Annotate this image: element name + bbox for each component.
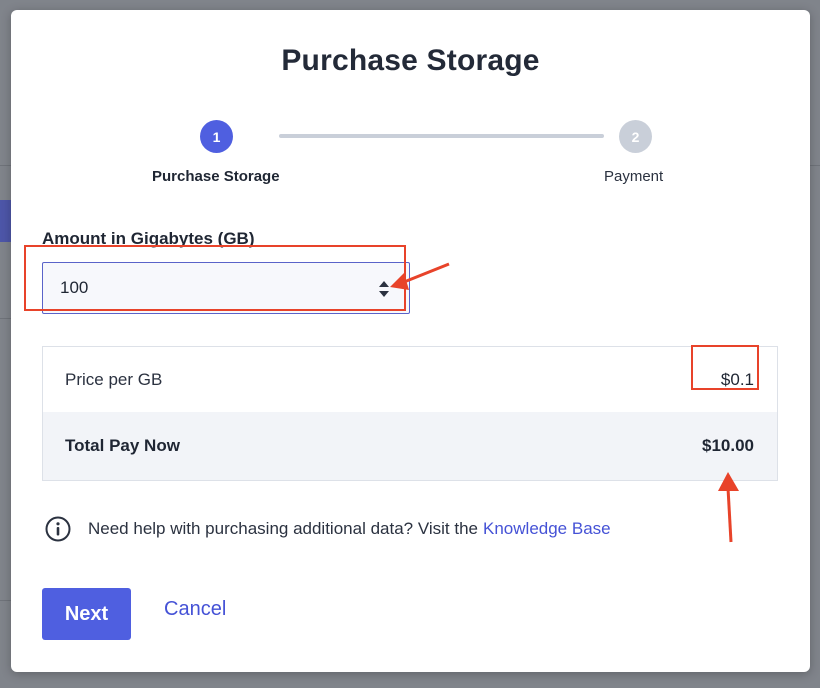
step-2-indicator: 2 xyxy=(619,120,652,153)
step-1-label: Purchase Storage xyxy=(152,168,280,185)
step-1-indicator: 1 xyxy=(200,120,233,153)
annotation-highlight-price xyxy=(691,345,759,390)
knowledge-base-link[interactable]: Knowledge Base xyxy=(483,519,611,539)
help-message: Need help with purchasing additional dat… xyxy=(88,519,479,538)
cancel-button[interactable]: Cancel xyxy=(164,598,226,621)
price-per-gb-row: Price per GB $0.1 xyxy=(43,347,777,412)
help-text: Need help with purchasing additional dat… xyxy=(44,515,611,543)
price-per-gb-label: Price per GB xyxy=(65,369,163,389)
pricing-summary: Price per GB $0.1 Total Pay Now $10.00 xyxy=(42,346,778,481)
info-icon xyxy=(45,516,71,542)
background-divider xyxy=(810,165,820,166)
annotation-highlight-amount xyxy=(24,245,406,311)
total-pay-row: Total Pay Now $10.00 xyxy=(43,412,777,480)
modal-title: Purchase Storage xyxy=(281,44,540,77)
purchase-storage-modal: Purchase Storage 1 2 Purchase Storage Pa… xyxy=(11,10,810,672)
stepper-progress-line xyxy=(279,134,604,138)
total-pay-value: $10.00 xyxy=(702,436,754,455)
step-2-label: Payment xyxy=(604,168,664,185)
next-button[interactable]: Next xyxy=(42,588,131,640)
total-pay-label: Total Pay Now xyxy=(65,436,180,455)
